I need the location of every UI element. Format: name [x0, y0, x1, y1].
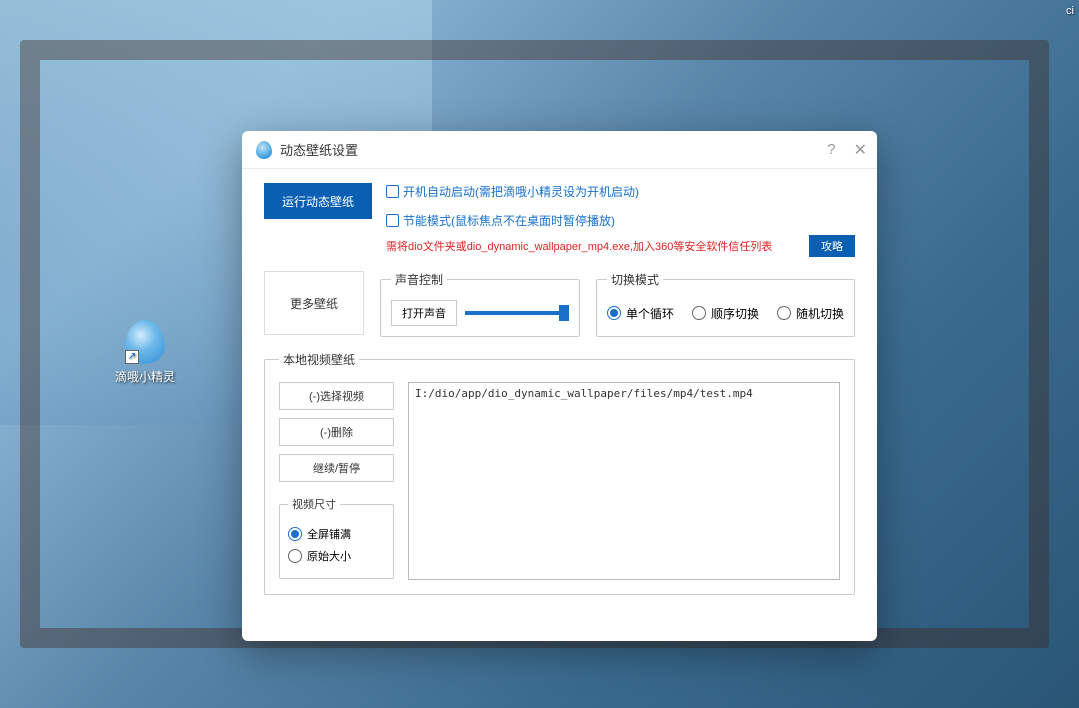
switch-option-random[interactable]: 随机切换: [777, 305, 844, 322]
radio-icon: [288, 549, 302, 563]
energy-checkbox[interactable]: 节能模式(鼠标焦点不在桌面时暂停播放): [386, 212, 615, 229]
switch-option-label: 单个循环: [626, 305, 674, 322]
size-option-fullscreen[interactable]: 全屏铺满: [288, 526, 385, 542]
video-size-group: 视频尺寸 全屏铺满 原始大小: [279, 496, 394, 579]
switch-option-order[interactable]: 顺序切换: [692, 305, 759, 322]
volume-slider-fill: [465, 311, 565, 315]
corner-label: ci: [1066, 5, 1074, 17]
radio-icon: [777, 306, 791, 320]
settings-dialog: 动态壁纸设置 ? ✕ 运行动态壁纸 开机自动启动(需把滴哦小精灵设为开机启动) …: [242, 131, 877, 641]
radio-icon: [607, 306, 621, 320]
delete-video-button[interactable]: (-)删除: [279, 418, 394, 446]
energy-label: 节能模式(鼠标焦点不在桌面时暂停播放): [403, 214, 615, 228]
autostart-label: 开机自动启动(需把滴哦小精灵设为开机启动): [403, 185, 639, 199]
local-video-group: 本地视频壁纸 (-)选择视频 (-)删除 继续/暂停 视频尺寸 全屏铺满: [264, 351, 855, 595]
warning-text: 需将dio文件夹或dio_dynamic_wallpaper_mp4.exe,加…: [386, 238, 799, 254]
size-option-original[interactable]: 原始大小: [288, 548, 385, 564]
resume-pause-button[interactable]: 继续/暂停: [279, 454, 394, 482]
select-video-button[interactable]: (-)选择视频: [279, 382, 394, 410]
dialog-title: 动态壁纸设置: [280, 140, 358, 159]
desktop-shortcut-dio[interactable]: ↗ 滴哦小精灵: [110, 320, 180, 385]
size-legend: 视频尺寸: [288, 496, 340, 512]
switch-option-label: 顺序切换: [711, 305, 759, 322]
local-legend: 本地视频壁纸: [279, 351, 359, 368]
desktop-icon-label: 滴哦小精灵: [110, 368, 180, 385]
switch-legend: 切换模式: [607, 271, 663, 288]
radio-icon: [692, 306, 706, 320]
audio-legend: 声音控制: [391, 271, 447, 288]
help-icon[interactable]: ?: [827, 141, 835, 158]
app-icon: [256, 141, 272, 159]
autostart-checkbox[interactable]: 开机自动启动(需把滴哦小精灵设为开机启动): [386, 183, 639, 200]
open-audio-button[interactable]: 打开声音: [391, 300, 457, 326]
close-icon[interactable]: ✕: [854, 140, 867, 160]
strategy-button[interactable]: 攻略: [809, 235, 855, 257]
video-file-list[interactable]: I:/dio/app/dio_dynamic_wallpaper/files/m…: [408, 382, 840, 580]
checkbox-icon: [386, 185, 399, 198]
radio-icon: [288, 527, 302, 541]
volume-slider[interactable]: [465, 311, 565, 315]
run-wallpaper-button[interactable]: 运行动态壁纸: [264, 183, 372, 219]
list-item[interactable]: I:/dio/app/dio_dynamic_wallpaper/files/m…: [415, 387, 833, 400]
checkbox-icon: [386, 214, 399, 227]
shortcut-arrow-icon: ↗: [125, 350, 139, 364]
switch-mode-group: 切换模式 单个循环 顺序切换 随机切换: [596, 271, 855, 337]
droplet-icon: ↗: [125, 320, 165, 364]
more-wallpapers-button[interactable]: 更多壁纸: [264, 271, 364, 335]
titlebar: 动态壁纸设置 ? ✕: [242, 131, 877, 169]
size-option-label: 原始大小: [307, 548, 351, 564]
volume-slider-thumb[interactable]: [559, 305, 569, 321]
switch-option-single[interactable]: 单个循环: [607, 305, 674, 322]
switch-option-label: 随机切换: [796, 305, 844, 322]
size-option-label: 全屏铺满: [307, 526, 351, 542]
audio-control-group: 声音控制 打开声音: [380, 271, 580, 337]
